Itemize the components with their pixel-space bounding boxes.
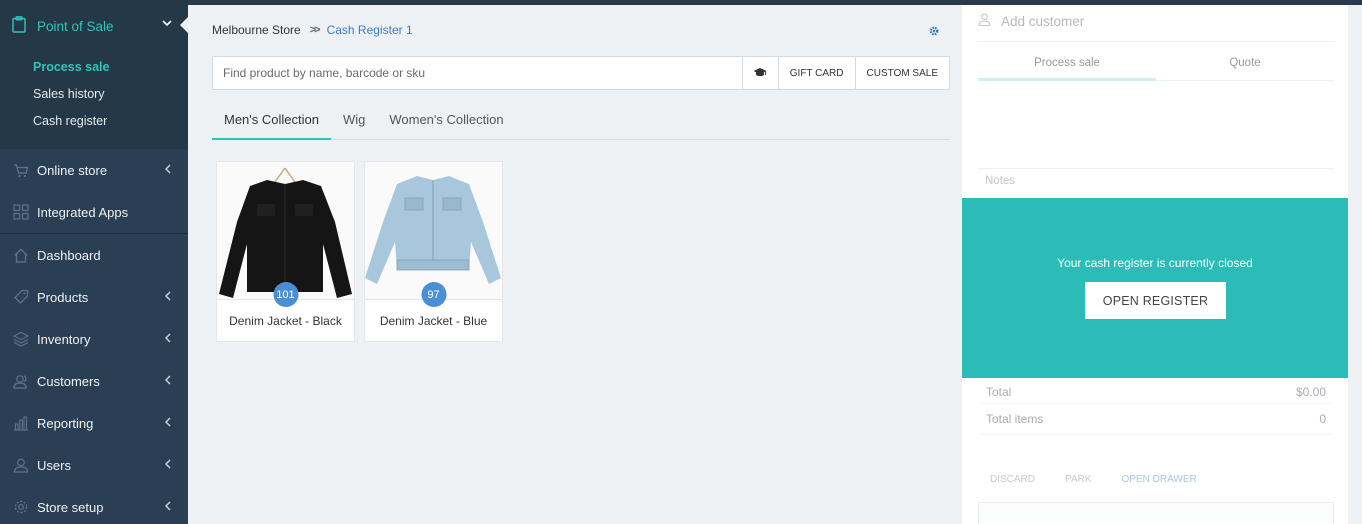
gift-card-button[interactable]: GIFT CARD	[777, 57, 855, 89]
notes-field[interactable]: Notes	[985, 175, 1015, 187]
clipboard-icon	[12, 16, 26, 36]
graduation-cap-icon	[753, 67, 767, 80]
cart-icon	[12, 161, 30, 179]
tab-quote[interactable]: Quote	[1156, 53, 1334, 81]
graduation-cap-button[interactable]	[741, 57, 778, 89]
divider	[978, 41, 1334, 42]
discard-button[interactable]: DISCARD	[990, 474, 1035, 485]
sidebar-item-label: Store setup	[37, 499, 104, 515]
product-search-bar: GIFT CARD CUSTOM SALE	[212, 56, 950, 90]
users-icon	[12, 372, 30, 390]
sidebar-item-dashboard[interactable]: Dashboard	[0, 234, 188, 276]
bar-chart-icon	[12, 414, 30, 432]
tab-process-sale[interactable]: Process sale	[978, 53, 1156, 81]
sidebar-item-label: Users	[37, 457, 71, 473]
open-register-button[interactable]: OPEN REGISTER	[1085, 282, 1226, 319]
chevron-left-icon	[164, 374, 171, 388]
sidebar-item-label: Online store	[37, 162, 108, 178]
product-name: Denim Jacket - Black	[229, 313, 342, 328]
active-notch	[180, 17, 188, 33]
add-customer-field[interactable]: Add customer	[978, 13, 1084, 29]
product-image: 97	[365, 162, 502, 307]
sidebar-subitem-process-sale[interactable]: Process sale	[0, 54, 188, 81]
sidebar-item-label: Dashboard	[37, 247, 101, 263]
sidebar-subitem-cash-register[interactable]: Cash register	[0, 108, 188, 135]
double-chevron-right-icon: >>	[309, 24, 321, 36]
sidebar-item-customers[interactable]: Customers	[0, 360, 188, 402]
sidebar-item-reporting[interactable]: Reporting	[0, 402, 188, 444]
chevron-left-icon	[164, 290, 171, 304]
tag-icon	[12, 288, 30, 306]
sidebar-section-label: Point of Sale	[37, 18, 114, 34]
sidebar-item-products[interactable]: Products	[0, 276, 188, 318]
cart-tabs: Process sale Quote	[978, 53, 1334, 81]
product-search-input[interactable]	[213, 57, 742, 89]
chevron-left-icon	[164, 163, 171, 177]
page-gutter	[1348, 5, 1362, 524]
product-card-denim-jacket-blue[interactable]: 97 Denim Jacket - Blue	[364, 161, 503, 342]
sidebar-item-label: Integrated Apps	[37, 204, 129, 220]
grid-icon	[12, 203, 30, 221]
total-value: $0.00	[1295, 385, 1326, 399]
sidebar-subitem-sales-history[interactable]: Sales history	[0, 81, 188, 108]
breadcrumb-store[interactable]: Melbourne Store	[212, 23, 301, 37]
sidebar-item-label: Reporting	[37, 415, 94, 431]
sidebar-item-label: Customers	[37, 373, 100, 389]
breadcrumb-register[interactable]: Cash Register 1	[327, 23, 413, 37]
cart-panel: Add customer Process sale Quote Notes Yo…	[962, 5, 1348, 524]
sidebar-item-online-store[interactable]: Online store	[0, 149, 188, 191]
open-drawer-button[interactable]: OPEN DRAWER	[1122, 474, 1197, 485]
product-image: 101	[217, 162, 354, 307]
divider	[978, 168, 1334, 169]
product-name: Denim Jacket - Blue	[379, 313, 488, 328]
sidebar-section-point-of-sale[interactable]: Point of Sale	[0, 0, 188, 52]
park-button[interactable]: PARK	[1065, 474, 1092, 485]
register-closed-overlay: Your cash register is currently closed O…	[962, 198, 1348, 378]
gear-icon	[12, 498, 30, 516]
sidebar-submenu: Process sale Sales history Cash register	[0, 52, 188, 149]
sidebar-item-users[interactable]: Users	[0, 444, 188, 486]
sidebar: Point of Sale Process sale Sales history…	[0, 0, 188, 524]
total-label: Total	[986, 385, 1012, 399]
sidebar-item-inventory[interactable]: Inventory	[0, 318, 188, 360]
sidebar-item-label: Products	[37, 289, 89, 305]
user-icon	[12, 456, 30, 474]
register-closed-message: Your cash register is currently closed	[1057, 256, 1253, 270]
sidebar-item-store-setup[interactable]: Store setup	[0, 486, 188, 524]
product-card-denim-jacket-black[interactable]: 101 Denim Jacket - Black	[216, 161, 355, 342]
pay-box	[978, 502, 1334, 524]
breadcrumb: Melbourne Store >> Cash Register 1	[212, 23, 413, 37]
total-items-row: Total items 0	[978, 403, 1334, 435]
main-content: Melbourne Store >> Cash Register 1 GIFT …	[188, 5, 962, 524]
tab-mens-collection[interactable]: Men's Collection	[212, 108, 331, 140]
tab-womens-collection[interactable]: Women's Collection	[377, 108, 515, 140]
total-items-value: 0	[1319, 412, 1326, 426]
chevron-left-icon	[164, 458, 171, 472]
user-icon	[978, 13, 991, 29]
product-grid: 101 Denim Jacket - Black 97 Denim Jacket…	[216, 161, 512, 342]
sidebar-item-label: Inventory	[37, 331, 91, 347]
chevron-left-icon	[164, 416, 171, 430]
collection-tabs: Men's Collection Wig Women's Collection	[212, 108, 950, 140]
tab-wig[interactable]: Wig	[331, 108, 377, 140]
settings-gear-icon[interactable]	[929, 26, 939, 39]
home-icon	[12, 246, 30, 264]
chevron-left-icon	[164, 332, 171, 346]
layers-icon	[12, 330, 30, 348]
chevron-down-icon	[162, 18, 172, 30]
total-items-label: Total items	[986, 412, 1044, 426]
sidebar-item-integrated-apps[interactable]: Integrated Apps	[0, 191, 188, 233]
chevron-left-icon	[164, 500, 171, 514]
custom-sale-button[interactable]: CUSTOM SALE	[854, 57, 950, 89]
add-customer-label: Add customer	[1001, 13, 1085, 29]
cart-actions: DISCARD PARK OPEN DRAWER	[990, 474, 1227, 485]
total-row: Total $0.00	[978, 378, 1334, 406]
